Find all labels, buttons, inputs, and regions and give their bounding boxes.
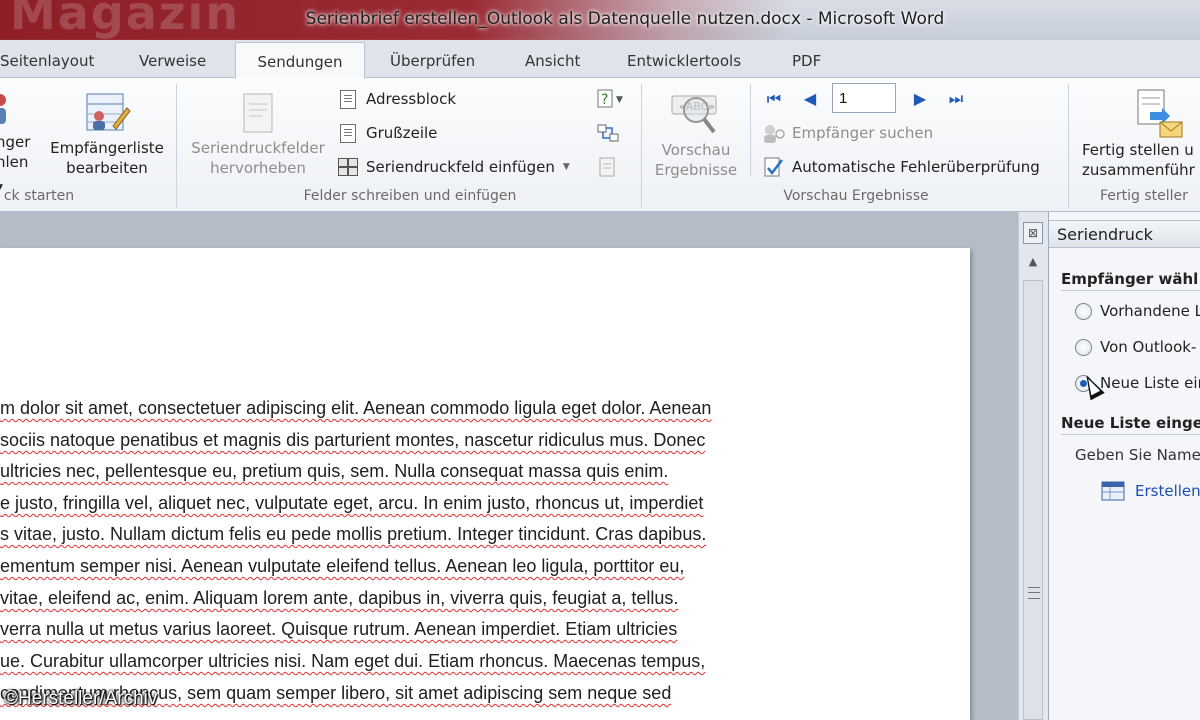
group-label-start: ck starten xyxy=(3,188,75,204)
group-label-preview: Vorschau Ergebnisse xyxy=(783,188,929,204)
insert-merge-field-button[interactable]: Seriendruckfeld einfügen ▼ xyxy=(338,154,570,180)
task-pane-title: Seriendruck xyxy=(1049,220,1200,248)
title-bar: Magazin Serienbrief erstellen_Outlook al… xyxy=(0,0,1200,42)
edit-recipient-list-button[interactable]: Empfängerliste bearbeiten xyxy=(46,90,168,178)
greeting-line-button[interactable]: Grußzeile xyxy=(340,120,437,146)
find-recipient-label: Empfänger suchen xyxy=(792,124,934,142)
update-labels-icon xyxy=(599,157,615,177)
preview-results-label-2: Ergebnisse xyxy=(654,161,738,179)
radio-existing-label: Vorhandene L xyxy=(1100,302,1200,320)
auto-check-errors-label: Automatische Fehlerüberprüfung xyxy=(792,158,1040,176)
copyright-watermark: ©Hersteller/Archiv xyxy=(4,688,158,709)
highlight-fields-label-2: hervorheben xyxy=(210,159,306,177)
insert-merge-field-label: Seriendruckfeld einfügen xyxy=(366,158,555,176)
tab-verweise[interactable]: Verweise xyxy=(139,48,206,78)
update-labels-button[interactable] xyxy=(596,154,622,180)
tab-ueberpruefen[interactable]: Überprüfen xyxy=(390,48,475,78)
rules-icon: ? ▼ xyxy=(597,89,623,108)
find-recipient-button[interactable]: Empfänger suchen xyxy=(762,120,933,146)
create-list-link[interactable]: Erstellen xyxy=(1101,480,1200,502)
tab-sendungen[interactable]: Sendungen xyxy=(235,42,365,79)
find-recipient-icon xyxy=(764,125,785,143)
radio-button-icon[interactable] xyxy=(1075,302,1092,320)
highlight-merge-fields-button[interactable]: Seriendruckfelder hervorheben xyxy=(184,90,332,178)
group-label-finish: Fertig steller xyxy=(1100,188,1188,204)
radio-new-label: Neue Liste ein xyxy=(1100,374,1200,392)
vertical-scrollbar[interactable]: ⊠ ▲ xyxy=(1018,212,1048,720)
tab-ansicht[interactable]: Ansicht xyxy=(525,48,580,78)
auto-check-errors-button[interactable]: Automatische Fehlerüberprüfung xyxy=(762,154,1040,180)
document-line: sociis natoque penatibus et magnis dis p… xyxy=(0,430,706,450)
select-recipients-button[interactable]: nger hlen ▼ xyxy=(0,92,36,198)
address-block-icon xyxy=(340,89,356,109)
window-title: Serienbrief erstellen_Outlook als Datenq… xyxy=(305,9,945,29)
document-line: e justo, fringilla vel, aliquet nec, vul… xyxy=(0,493,704,513)
finish-merge-label-2: zusammenführ xyxy=(1082,161,1195,179)
greeting-line-label: Grußzeile xyxy=(366,124,438,142)
document-line: ue. Curabitur ullamcorper ultricies nisi… xyxy=(0,651,706,671)
scrollbar-grip-icon[interactable] xyxy=(1028,587,1040,599)
document-line: m dolor sit amet, consectetuer adipiscin… xyxy=(0,398,712,418)
group-separator xyxy=(641,84,642,208)
mail-merge-task-pane: Seriendruck Empfänger wähl Vorhandene L … xyxy=(1048,212,1200,720)
radio-outlook-contacts[interactable]: Von Outlook- xyxy=(1075,338,1196,356)
first-record-icon[interactable]: ⏮ xyxy=(766,90,782,108)
svg-text:▼: ▼ xyxy=(616,95,623,105)
group-separator xyxy=(176,84,177,208)
document-fields-icon xyxy=(243,93,273,133)
check-errors-icon xyxy=(764,157,783,177)
document-line: ultricies nec, pellentesque eu, pretium … xyxy=(0,461,669,481)
ribbon-tabs: Seitenlayout Verweise Sendungen Überprüf… xyxy=(0,40,1200,79)
finish-merge-icon xyxy=(1137,89,1183,138)
group-separator xyxy=(1068,84,1069,208)
address-block-button[interactable]: Adressblock xyxy=(340,86,456,112)
create-list-icon xyxy=(1101,481,1125,501)
radio-button-icon[interactable] xyxy=(1075,338,1092,356)
finish-merge-label-1: Fertig stellen u xyxy=(1082,141,1194,159)
select-recipients-label-1: nger xyxy=(0,133,31,151)
scrollbar-track[interactable] xyxy=(1023,280,1043,720)
document-page[interactable]: m dolor sit amet, consectetuer adipiscin… xyxy=(0,248,970,720)
greeting-line-icon xyxy=(340,123,356,143)
previous-record-icon[interactable]: ◀ xyxy=(802,90,818,108)
tab-seitenlayout[interactable]: Seitenlayout xyxy=(0,48,94,78)
preview-results-label-1: Vorschau xyxy=(661,141,731,159)
group-separator xyxy=(750,84,751,176)
radio-outlook-label: Von Outlook- xyxy=(1100,338,1197,356)
tab-entwicklertools[interactable]: Entwicklertools xyxy=(627,48,741,78)
record-number-input[interactable] xyxy=(832,83,896,113)
rules-button[interactable]: ? ▼ xyxy=(596,86,626,112)
document-area: m dolor sit amet, consectetuer adipiscin… xyxy=(0,212,1018,720)
document-line: s vitae, justo. Nullam dictum felis eu p… xyxy=(0,524,707,544)
close-pane-icon[interactable]: ⊠ xyxy=(1023,222,1043,244)
last-record-icon[interactable]: ⏭ xyxy=(948,90,964,108)
edit-list-label-2: bearbeiten xyxy=(66,159,148,177)
magnifier-abc-icon: «ABC» xyxy=(671,95,717,134)
edit-list-icon xyxy=(86,93,131,131)
finish-and-merge-button[interactable]: Fertig stellen u zusammenführ xyxy=(1076,86,1200,180)
create-list-label: Erstellen xyxy=(1135,482,1200,500)
match-fields-button[interactable] xyxy=(596,120,622,146)
scroll-up-icon[interactable]: ▲ xyxy=(1023,252,1043,272)
next-record-icon[interactable]: ▶ xyxy=(912,90,928,108)
document-line: vitae, eleifend ac, enim. Aliquam lorem … xyxy=(0,588,679,608)
document-line: verra nulla ut metus varius laoreet. Qui… xyxy=(0,619,678,639)
section-new-list: Neue Liste einge xyxy=(1061,414,1200,435)
tab-pdf[interactable]: PDF xyxy=(792,48,821,78)
merge-field-grid-icon xyxy=(338,158,358,176)
ribbon: nger hlen ▼ Empfängerliste bearbeiten ck… xyxy=(0,78,1200,212)
document-line: ementum semper nisi. Aenean vulputate el… xyxy=(0,556,685,576)
group-label-fields: Felder schreiben und einfügen xyxy=(303,188,517,204)
chevron-down-icon: ▼ xyxy=(562,162,570,172)
section-select-recipients: Empfänger wähl xyxy=(1061,270,1200,291)
address-block-label: Adressblock xyxy=(366,90,457,108)
edit-list-label-1: Empfängerliste xyxy=(50,139,164,157)
radio-existing-list[interactable]: Vorhandene L xyxy=(1075,302,1200,320)
people-icon xyxy=(0,94,6,124)
preview-results-button[interactable]: «ABC» Vorschau Ergebnisse xyxy=(648,88,744,180)
svg-text:?: ? xyxy=(601,92,608,108)
new-list-prompt: Geben Sie Namen xyxy=(1075,446,1200,464)
match-fields-icon xyxy=(597,124,619,142)
highlight-fields-label-1: Seriendruckfelder xyxy=(191,139,325,157)
